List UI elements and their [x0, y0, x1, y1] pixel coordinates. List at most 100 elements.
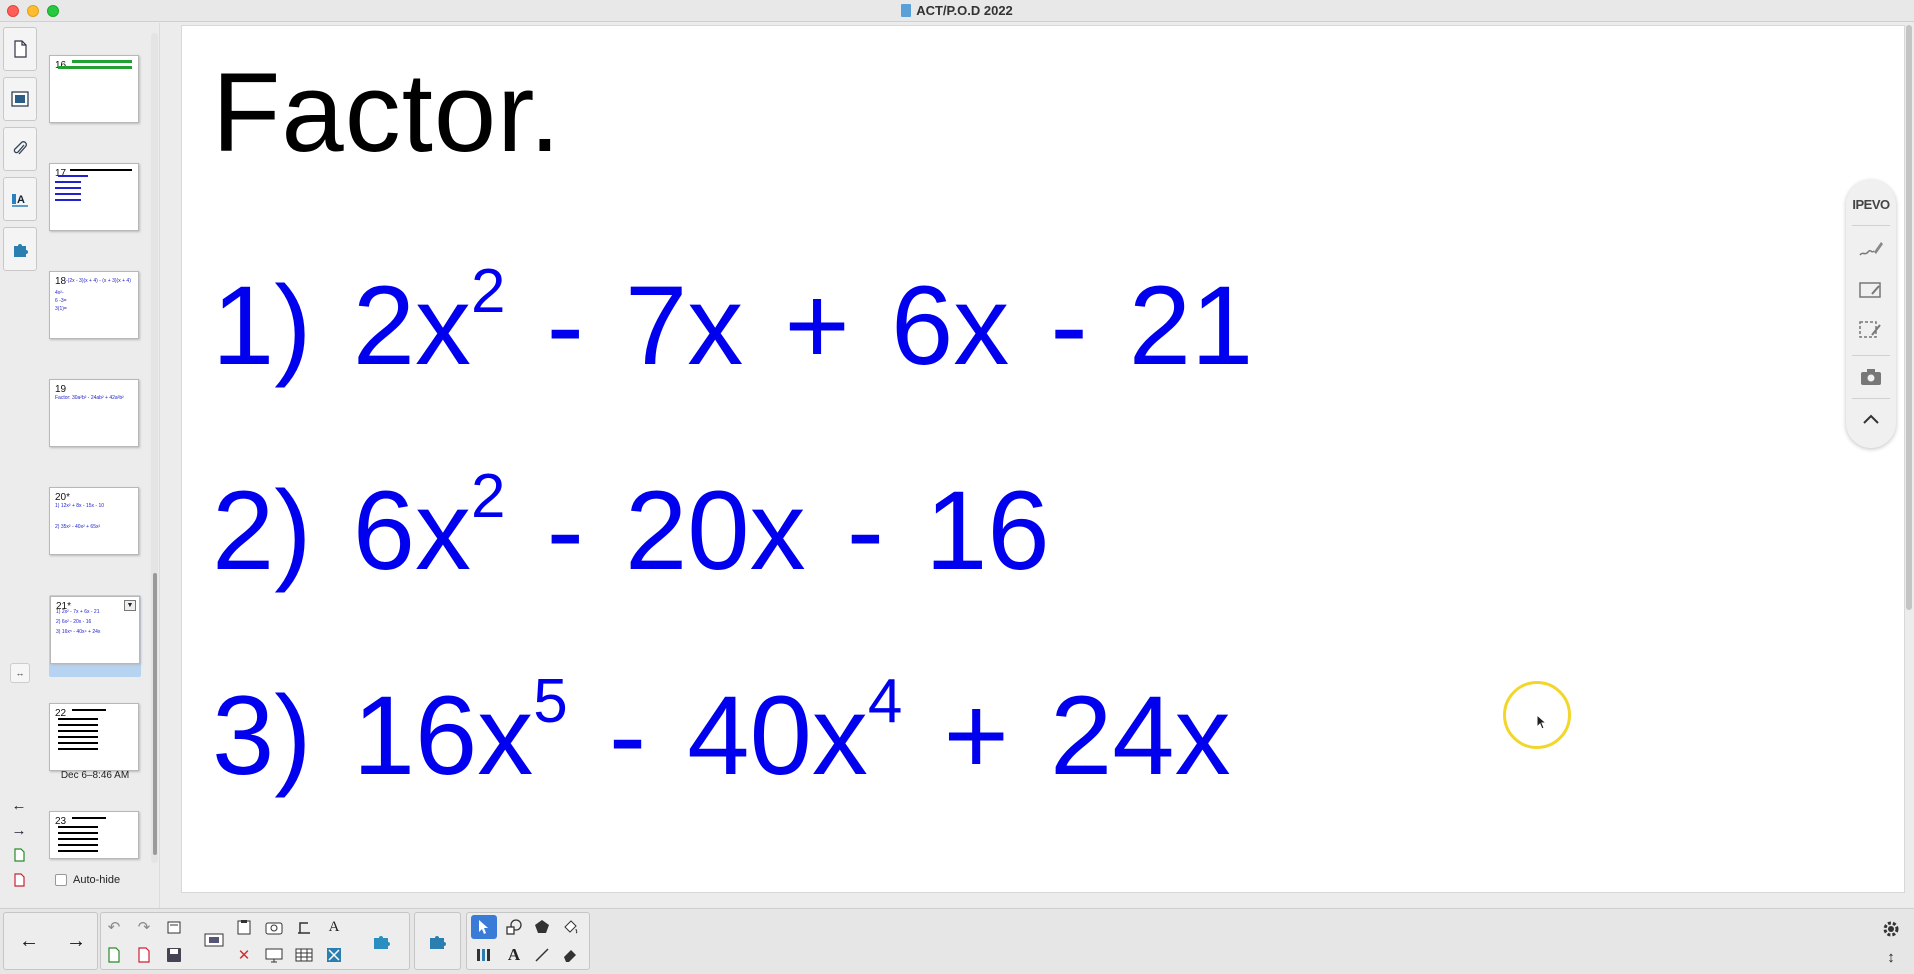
insert-table-button[interactable] — [291, 943, 317, 967]
delete-page-button[interactable] — [8, 870, 30, 890]
paste-icon — [237, 920, 251, 935]
page-thumbnail-17[interactable]: 17 — [49, 163, 139, 231]
page-thumbnail-18[interactable]: 18 -(2x - 3)(x + 4) - (x + 3)(x + 4) 4x²… — [49, 271, 139, 339]
thumb-line — [58, 724, 98, 726]
next-page-toolbar-button[interactable]: → — [61, 929, 91, 953]
insert-page-button[interactable] — [8, 845, 30, 865]
divider — [1852, 355, 1890, 356]
problem-text: - 20x - 16 — [505, 468, 1050, 593]
table-icon — [295, 948, 313, 962]
addons-tab[interactable] — [3, 227, 37, 271]
autohide-label: Auto-hide — [73, 874, 121, 886]
arrow-right-icon: → — [66, 929, 86, 952]
canvas-scrollbar[interactable] — [1906, 25, 1912, 610]
bottom-toolbar: ← → ↶ ↷ A ✕ A ↕ — [0, 908, 1914, 974]
thumb-line — [58, 742, 98, 744]
thumb-line — [58, 832, 98, 834]
redo-button[interactable]: ↷ — [131, 915, 157, 939]
add-page-icon — [108, 947, 120, 963]
page-sorter-tab[interactable] — [3, 27, 37, 71]
save-button[interactable] — [161, 943, 187, 967]
previous-page-button[interactable]: ← — [8, 795, 30, 815]
delete-page-toolbar-button[interactable] — [131, 943, 157, 967]
properties-tab[interactable]: A — [3, 177, 37, 221]
thumb-line — [58, 736, 98, 738]
full-screen-button[interactable] — [261, 943, 287, 967]
handwriting-recognition-button[interactable]: A — [321, 915, 347, 939]
fit-page-button[interactable] — [321, 943, 347, 967]
slide-canvas[interactable]: Factor. 1) 2x2 - 7x + 6x - 21 2) 6x2 - 2… — [181, 25, 1905, 893]
thumb-text: Factor: 30a²b² - 24ab² + 42a²b² — [55, 395, 124, 401]
exponent: 2 — [471, 462, 506, 531]
problem-3: 3) 16x5 - 40x4 + 24x — [212, 671, 1231, 800]
delete-page-icon — [138, 947, 150, 963]
puzzle-icon — [14, 244, 28, 257]
next-page-button[interactable]: → — [8, 820, 30, 840]
undo-button[interactable]: ↶ — [101, 915, 127, 939]
text-recognition-icon: A — [328, 918, 340, 935]
table-button[interactable] — [291, 915, 317, 939]
problem-2: 2) 6x2 - 20x - 16 — [212, 466, 1050, 595]
move-toolbar-button[interactable]: ↕ — [1878, 945, 1904, 969]
paperclip-icon — [13, 141, 27, 155]
page-thumbnail-22[interactable]: 22 — [49, 703, 139, 771]
ipevo-toolbar: IPEVO — [1846, 180, 1896, 448]
page-thumbnail-16[interactable]: 16 — [49, 55, 139, 123]
page-thumbnail-23[interactable]: 23 — [49, 811, 139, 859]
autohide-checkbox[interactable] — [55, 874, 67, 886]
fill-tool-button[interactable] — [557, 915, 583, 939]
select-tool-button[interactable] — [471, 915, 497, 939]
ipevo-annotate-button[interactable] — [1854, 235, 1888, 265]
thumb-line — [70, 169, 132, 171]
previous-page-toolbar-button[interactable]: ← — [14, 929, 44, 953]
screen-shade-button[interactable] — [201, 929, 227, 953]
camera-icon — [1861, 369, 1881, 385]
thumb-line — [58, 730, 98, 732]
screen-capture-button[interactable] — [261, 915, 287, 939]
autohide-option[interactable]: Auto-hide — [55, 874, 120, 886]
page-number: 17 — [55, 168, 67, 179]
ipevo-whiteboard-button[interactable] — [1854, 275, 1888, 305]
pen-tool-button[interactable] — [471, 943, 497, 967]
line-tool-button[interactable] — [529, 943, 555, 967]
shapes-tool-button[interactable] — [501, 915, 527, 939]
eraser-tool-button[interactable] — [557, 943, 583, 967]
page-icon — [14, 40, 27, 58]
thumb-line — [58, 66, 132, 69]
pointer-arrow-icon — [479, 920, 488, 934]
sorter-scrollbar-thumb[interactable] — [153, 573, 157, 855]
thumb-line — [58, 844, 98, 846]
clear-page-button[interactable] — [161, 915, 187, 939]
thumb-line — [72, 709, 106, 711]
shape-recognition-button[interactable] — [529, 915, 555, 939]
delete-button[interactable]: ✕ — [231, 943, 257, 967]
attachments-tab[interactable] — [3, 127, 37, 171]
ipevo-logo: IPEVO — [1852, 197, 1890, 212]
page-thumbnail-21[interactable]: 21* 1) 2x² - 7x + 6x - 21 2) 6x² - 20x -… — [50, 596, 140, 664]
divider — [1852, 225, 1890, 226]
exponent: 2 — [471, 257, 506, 326]
ipevo-camera-button[interactable] — [1854, 362, 1888, 392]
page-menu-dropdown[interactable]: ▼ — [124, 600, 136, 611]
sorter-collapse-button[interactable]: ↔ — [10, 663, 30, 683]
settings-button[interactable] — [1878, 917, 1904, 941]
text-properties-icon: A — [12, 194, 28, 207]
text-tool-button[interactable]: A — [501, 943, 527, 967]
side-tab-strip: A ← → — [0, 23, 40, 908]
addons-toolbar-button[interactable] — [369, 929, 395, 953]
thumb-line — [72, 817, 106, 819]
whiteboard-icon — [1859, 282, 1881, 298]
eraser-icon — [564, 950, 576, 962]
ipevo-capture-button[interactable] — [1854, 315, 1888, 345]
add-page-button[interactable] — [101, 943, 127, 967]
paste-button[interactable] — [231, 915, 257, 939]
page-thumbnail-20[interactable]: 20* 1) 12x² + 8x - 15x - 10 2) 35x² - 40… — [49, 487, 139, 555]
page-thumbnail-19[interactable]: 19 Factor: 30a²b² - 24ab² + 42a²b² — [49, 379, 139, 447]
page-number: 20* — [55, 492, 71, 503]
ipevo-collapse-button[interactable] — [1854, 404, 1888, 434]
addon-button[interactable] — [425, 929, 451, 953]
gallery-tab[interactable] — [3, 77, 37, 121]
page-number: 18 — [55, 276, 67, 287]
page-number: 19 — [55, 384, 67, 395]
camera-icon — [265, 922, 283, 935]
